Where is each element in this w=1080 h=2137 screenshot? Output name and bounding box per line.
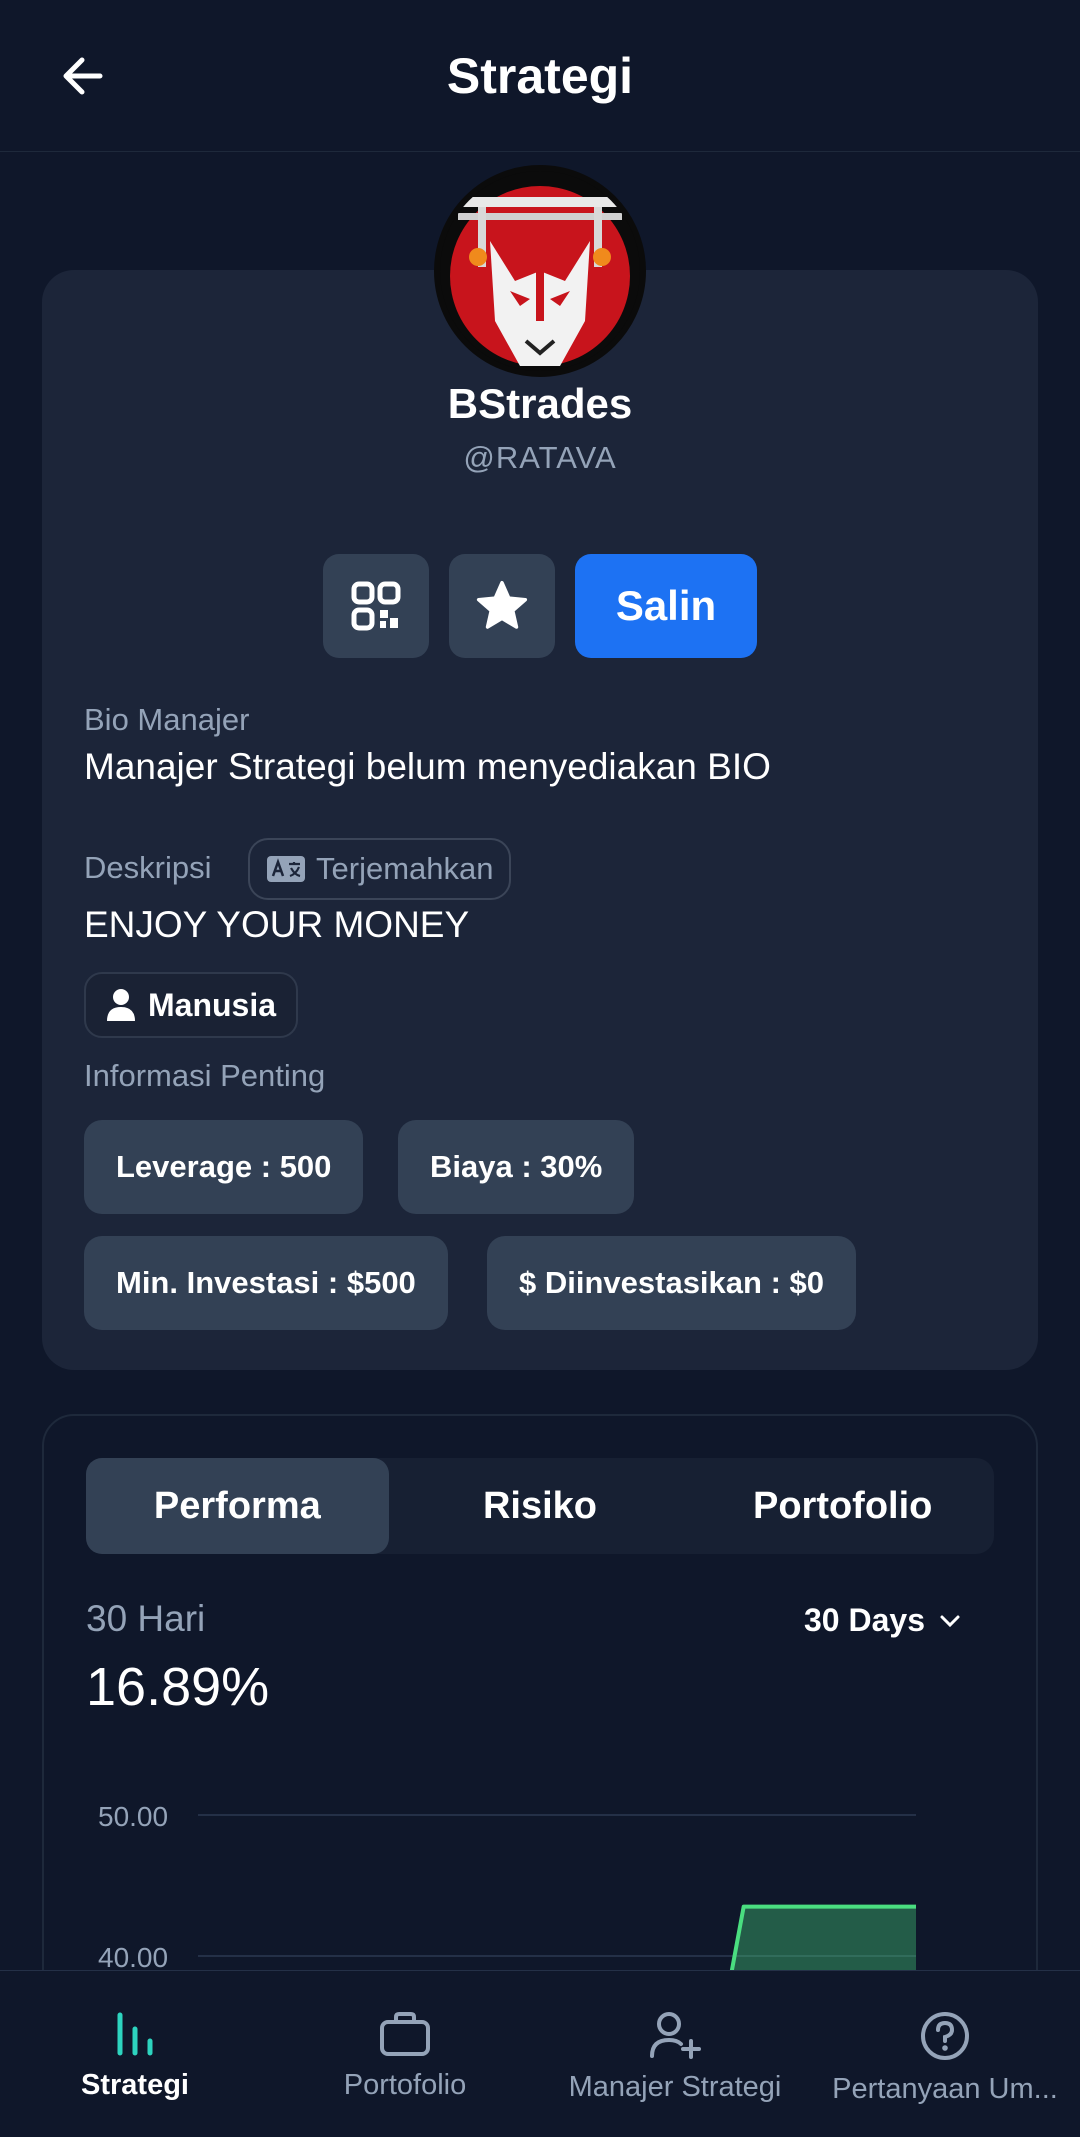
star-icon (476, 580, 528, 629)
period-return: 16.89% (86, 1657, 270, 1717)
top-app-bar: Strategi (0, 0, 1080, 152)
translate-label: Terjemahkan (316, 851, 494, 886)
help-circle-icon (921, 2012, 969, 2060)
strategy-handle: @RATAVA (463, 440, 617, 475)
nav-portofolio[interactable]: Portofolio (270, 1971, 540, 2137)
nav-manajer-label: Manajer Strategi (568, 2071, 782, 2103)
bar-chart-icon (117, 2012, 153, 2056)
important-info-label: Informasi Penting (84, 1058, 326, 1093)
translate-icon (267, 856, 305, 882)
briefcase-icon (380, 2012, 430, 2056)
leverage-chip: Leverage : 500 (84, 1120, 364, 1214)
chevron-down-icon (940, 1615, 960, 1627)
nav-faq[interactable]: Pertanyaan Um... (810, 1971, 1080, 2137)
strategy-name: BStrades (447, 380, 633, 427)
nav-faq-label: Pertanyaan Um... (832, 2073, 1058, 2105)
manager-type-badge: Manusia (84, 972, 299, 1038)
tab-risiko[interactable]: Risiko (389, 1458, 692, 1554)
copy-strategy-button[interactable]: Salin (575, 554, 757, 658)
period-dropdown-value: 30 Days (804, 1602, 925, 1638)
qr-code-button[interactable] (323, 554, 429, 658)
nav-portofolio-label: Portofolio (343, 2069, 467, 2101)
min-investment-chip: Min. Investasi : $500 (84, 1236, 448, 1330)
period-dropdown[interactable]: 30 Days (804, 1602, 961, 1639)
period-label: 30 Hari (86, 1598, 206, 1639)
favorite-button[interactable] (449, 554, 555, 658)
bio-text: Manajer Strategi belum menyediakan BIO (84, 746, 771, 787)
fee-chip: Biaya : 30% (398, 1120, 635, 1214)
description-text: ENJOY YOUR MONEY (84, 904, 470, 945)
performance-tabs: Performa Risiko Portofolio (86, 1458, 994, 1554)
description-label: Deskripsi (84, 850, 212, 885)
qr-code-icon (351, 581, 401, 631)
translate-button[interactable]: Terjemahkan (248, 838, 512, 900)
performance-chart: 50.00 40.00 (98, 1801, 916, 1970)
bio-label: Bio Manajer (84, 702, 250, 737)
invested-chip: $ Diinvestasikan : $0 (487, 1236, 856, 1330)
back-button[interactable] (52, 46, 112, 106)
y-tick-label: 50.00 (98, 1801, 168, 1832)
kitsune-mask-avatar-image (440, 171, 640, 371)
user-plus-icon (650, 2012, 701, 2059)
y-tick-label: 40.00 (98, 1942, 168, 1970)
manager-type-label: Manusia (148, 986, 277, 1023)
person-icon (107, 989, 135, 1021)
nav-manajer-strategi[interactable]: Manajer Strategi (540, 1971, 810, 2137)
tab-portofolio[interactable]: Portofolio (691, 1458, 994, 1554)
page-title: Strategi (446, 47, 634, 104)
series-area (731, 1906, 916, 1970)
bottom-navigation: Strategi Portofolio Manajer Strategi Per… (0, 1970, 1080, 2137)
tab-performa[interactable]: Performa (86, 1458, 389, 1554)
avatar[interactable] (434, 165, 646, 377)
arrow-left-icon (63, 57, 103, 95)
nav-strategi-label: Strategi (81, 2069, 189, 2101)
nav-strategi[interactable]: Strategi (0, 1971, 270, 2137)
